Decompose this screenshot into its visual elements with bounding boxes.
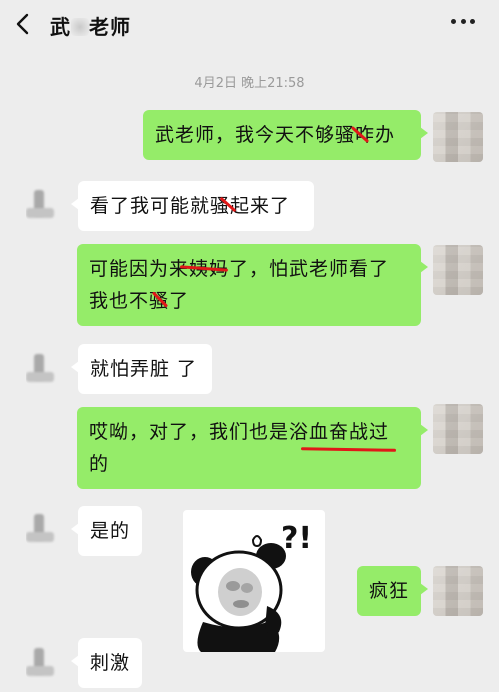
message-text-line: 哎呦，对了，我们也是浴血奋战过 [89, 421, 390, 443]
contact-avatar[interactable] [26, 188, 56, 220]
message-text: 就怕弄脏 了 [90, 358, 198, 380]
message-bubble-incoming[interactable]: 刺激 [71, 638, 142, 688]
message-text: 刺激 [90, 652, 131, 674]
more-dots-icon[interactable] [451, 19, 475, 27]
chat-title-end: 老师 [89, 15, 131, 39]
sticker-caption: ?! [281, 521, 312, 556]
chevron-left-icon[interactable] [14, 12, 34, 36]
message-text: 武老师，我今天不够骚咋办 [155, 124, 396, 146]
contact-avatar[interactable] [26, 646, 56, 678]
message-text-line: 我也不骚了 [89, 290, 190, 312]
chat-title-start: 武 [50, 15, 71, 39]
my-avatar[interactable] [433, 245, 483, 295]
contact-avatar[interactable] [26, 352, 56, 384]
message-bubble-outgoing[interactable]: 可能因为来姨妈了，怕武老师看了 我也不骚了 [77, 244, 428, 326]
my-avatar[interactable] [433, 566, 483, 616]
panda-meme-sticker[interactable]: ?! [183, 510, 325, 652]
chat-title: 武老师 [50, 11, 131, 40]
message-text: 看了我可能就骚起来了 [90, 195, 291, 217]
my-avatar[interactable] [433, 112, 483, 162]
message-bubble-incoming[interactable]: 是的 [71, 506, 142, 556]
message-text-line: 可能因为来姨妈了，怕武老师看了 [89, 258, 390, 280]
chat-header: 武老师 [0, 0, 499, 48]
message-text: 是的 [90, 520, 131, 542]
message-text-line: 的 [89, 453, 110, 475]
chat-timestamp: 4月2日 晚上21:58 [194, 76, 305, 91]
message-bubble-outgoing[interactable]: 武老师，我今天不够骚咋办 [143, 110, 428, 160]
message-bubble-incoming[interactable]: 就怕弄脏 了 [71, 344, 212, 394]
message-text: 疯狂 [369, 580, 410, 602]
contact-avatar[interactable] [26, 512, 56, 544]
message-bubble-outgoing[interactable]: 疯狂 [357, 566, 428, 616]
my-avatar[interactable] [433, 404, 483, 454]
blurred-name-char [71, 18, 89, 36]
message-bubble-incoming[interactable]: 看了我可能就骚起来了 [71, 181, 314, 231]
